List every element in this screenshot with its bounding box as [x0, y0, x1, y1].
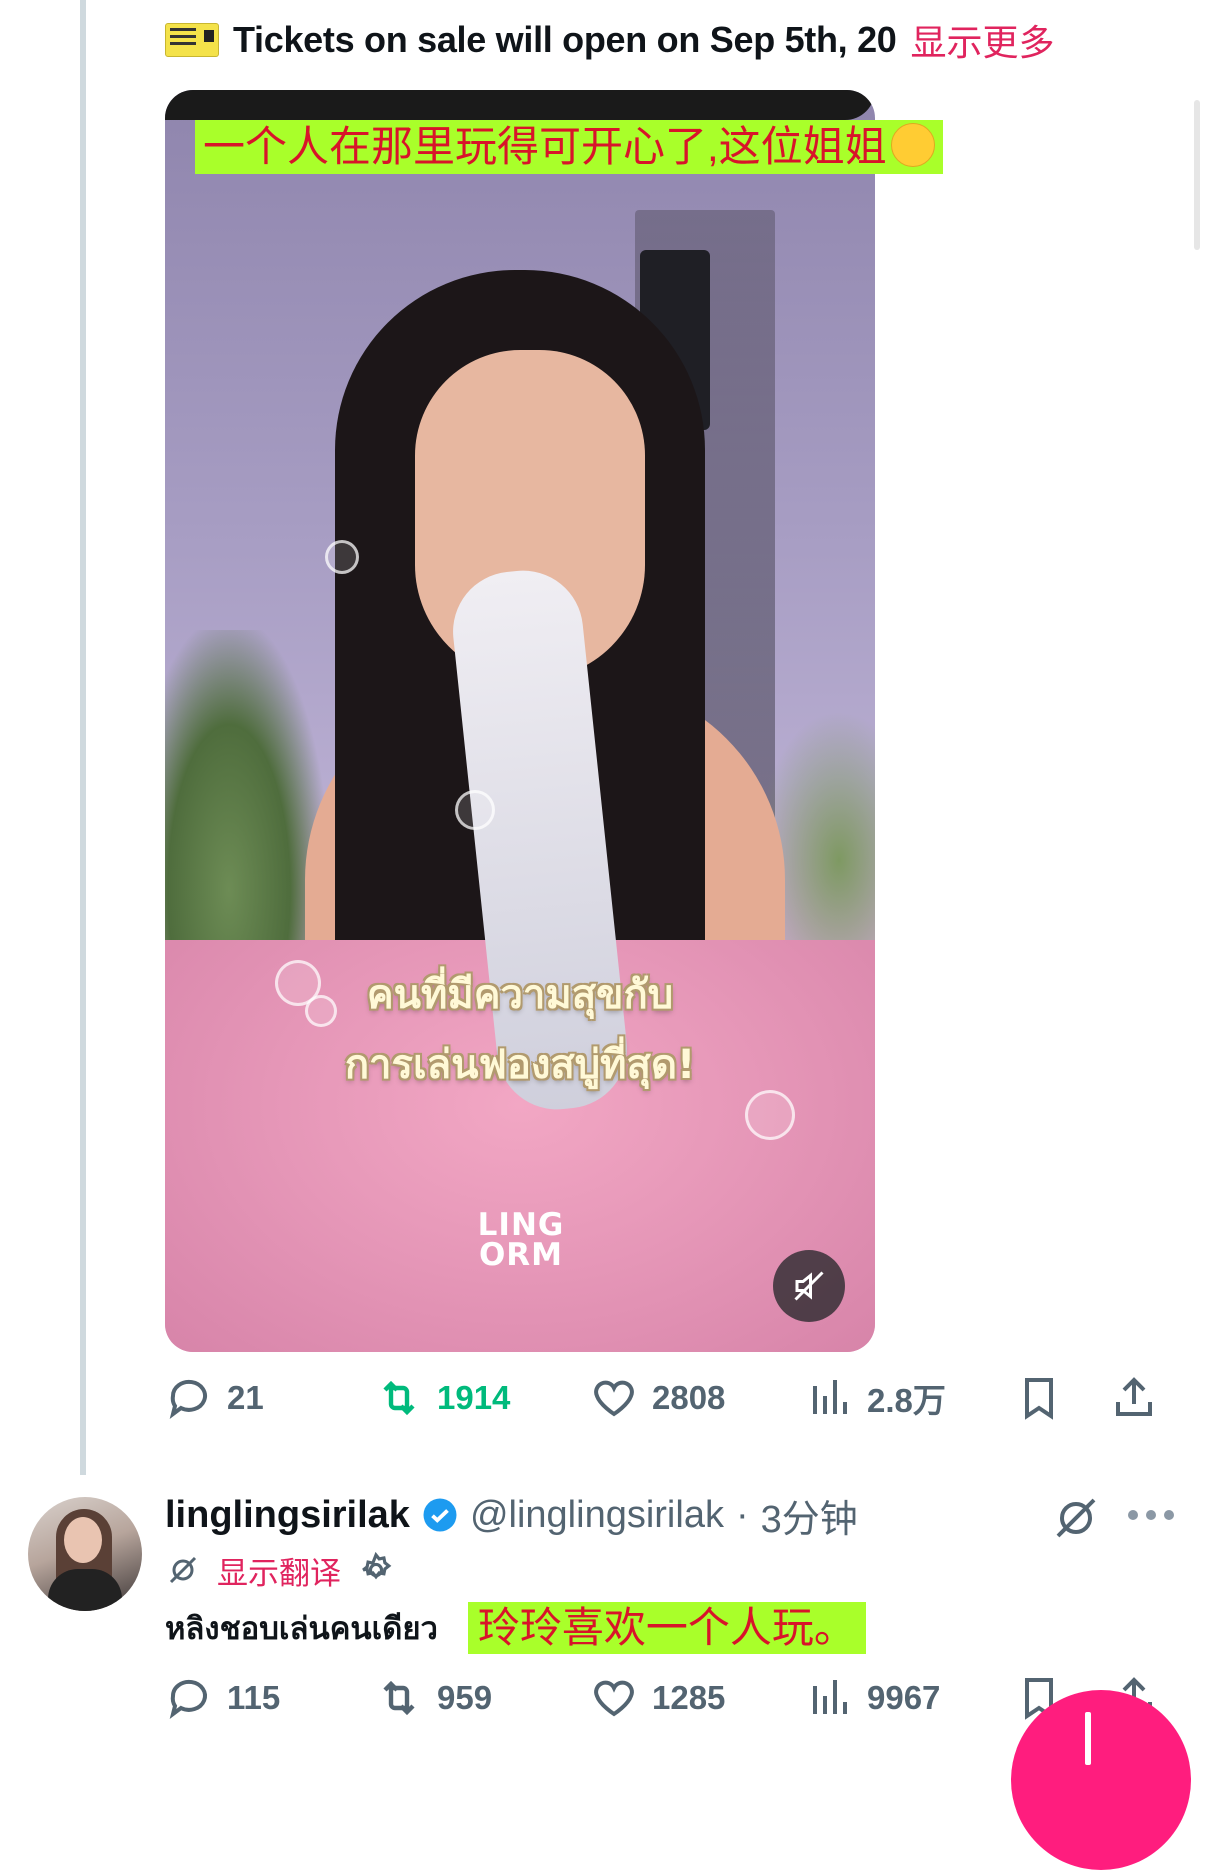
- video-caption-cn-text: 一个人在那里玩得可开心了,这位姐姐: [203, 123, 887, 170]
- thread-line: [80, 0, 86, 1475]
- views-count: 9967: [867, 1679, 941, 1716]
- compose-icon: [1085, 1712, 1091, 1765]
- settings-icon[interactable]: [357, 1551, 395, 1589]
- bubble: [455, 790, 495, 830]
- tweet2-text: หลิงชอบเล่นคนเดียว: [165, 1611, 438, 1647]
- translate-row: 显示翻译: [165, 1548, 395, 1592]
- more-icon[interactable]: [1128, 1510, 1176, 1524]
- bookmark-icon: [1025, 1378, 1053, 1420]
- tweet2-actions: 115 959 1285 9967: [165, 1668, 1175, 1728]
- reply-icon: [169, 1379, 207, 1419]
- retweet-count: 959: [437, 1679, 493, 1716]
- retweet-button[interactable]: 959: [375, 1674, 590, 1722]
- video-caption-thai-line2: การเล่นฟองสบู่ที่สุด!: [344, 1042, 696, 1088]
- reply-count: 115: [227, 1679, 281, 1716]
- reply-count: 21: [227, 1379, 264, 1416]
- video-top-edge: [165, 90, 875, 120]
- verified-icon: [423, 1498, 457, 1532]
- tweet2-body: หลิงชอบเล่นคนเดียว 玲玲喜欢一个人玩。: [165, 1600, 866, 1656]
- views-button[interactable]: 2.8万: [805, 1374, 1015, 1422]
- emoji-hand-over-mouth-icon: [890, 123, 935, 167]
- video-caption-thai: คนที่มีความสุขกับ การเล่นฟองสบู่ที่สุด!: [165, 960, 875, 1100]
- retweet-icon: [383, 1380, 415, 1416]
- grok-icon[interactable]: [1052, 1494, 1100, 1542]
- handle[interactable]: @linglingsirilak: [470, 1494, 724, 1537]
- retweet-count: 1914: [437, 1379, 511, 1416]
- bubble: [325, 540, 359, 574]
- mute-button[interactable]: [773, 1250, 845, 1322]
- tweet2-caption-cn: 玲玲喜欢一个人玩。: [467, 1602, 866, 1654]
- video-caption-thai-line1: คนที่มีความสุขกับ: [366, 972, 674, 1018]
- tweet2-header: linglingsirilak @linglingsirilak · 3分钟: [165, 1487, 858, 1543]
- video-logo-line2: ORM: [478, 1237, 564, 1273]
- tweet1-text-row: Tickets on sale will open on Sep 5th, 20…: [165, 14, 1055, 66]
- views-icon: [813, 1380, 847, 1414]
- display-name[interactable]: linglingsirilak: [165, 1494, 410, 1537]
- video-logo-line1: LING: [477, 1207, 565, 1243]
- compose-button[interactable]: [1011, 1690, 1191, 1870]
- ticket-icon: [165, 23, 219, 57]
- share-icon: [1116, 1377, 1152, 1416]
- avatar[interactable]: [28, 1497, 142, 1611]
- show-more-link[interactable]: 显示更多: [911, 14, 1055, 66]
- tweet1-text: Tickets on sale will open on Sep 5th, 20: [233, 19, 897, 60]
- tweet1-actions: 21 1914 2808 2.8万: [165, 1368, 1175, 1428]
- retweet-button[interactable]: 1914: [375, 1374, 590, 1422]
- views-count: 2.8万: [867, 1382, 946, 1419]
- reply-button[interactable]: 115: [165, 1674, 375, 1722]
- share-button[interactable]: [1110, 1374, 1158, 1422]
- video-logo: LING ORM: [466, 1207, 576, 1273]
- like-button[interactable]: 1285: [590, 1674, 805, 1722]
- video-player[interactable]: [165, 90, 875, 1352]
- separator-dot: ·: [735, 1493, 749, 1536]
- views-button[interactable]: 9967: [805, 1674, 1015, 1722]
- like-count: 2808: [652, 1379, 726, 1416]
- views-icon: [813, 1680, 847, 1714]
- translate-icon: [169, 1556, 197, 1584]
- like-icon: [594, 1380, 634, 1417]
- show-translation-link[interactable]: 显示翻译: [217, 1548, 341, 1593]
- bookmark-button[interactable]: [1015, 1374, 1110, 1422]
- timestamp[interactable]: 3分钟: [761, 1488, 858, 1543]
- like-count: 1285: [652, 1679, 726, 1716]
- reply-button[interactable]: 21: [165, 1374, 375, 1422]
- retweet-icon: [383, 1680, 415, 1716]
- mute-icon: [794, 1271, 824, 1301]
- like-icon: [594, 1680, 634, 1717]
- reply-icon: [169, 1679, 207, 1719]
- video-caption-cn: 一个人在那里玩得可开心了,这位姐姐: [195, 120, 943, 174]
- like-button[interactable]: 2808: [590, 1374, 805, 1422]
- scrollbar[interactable]: [1194, 100, 1200, 250]
